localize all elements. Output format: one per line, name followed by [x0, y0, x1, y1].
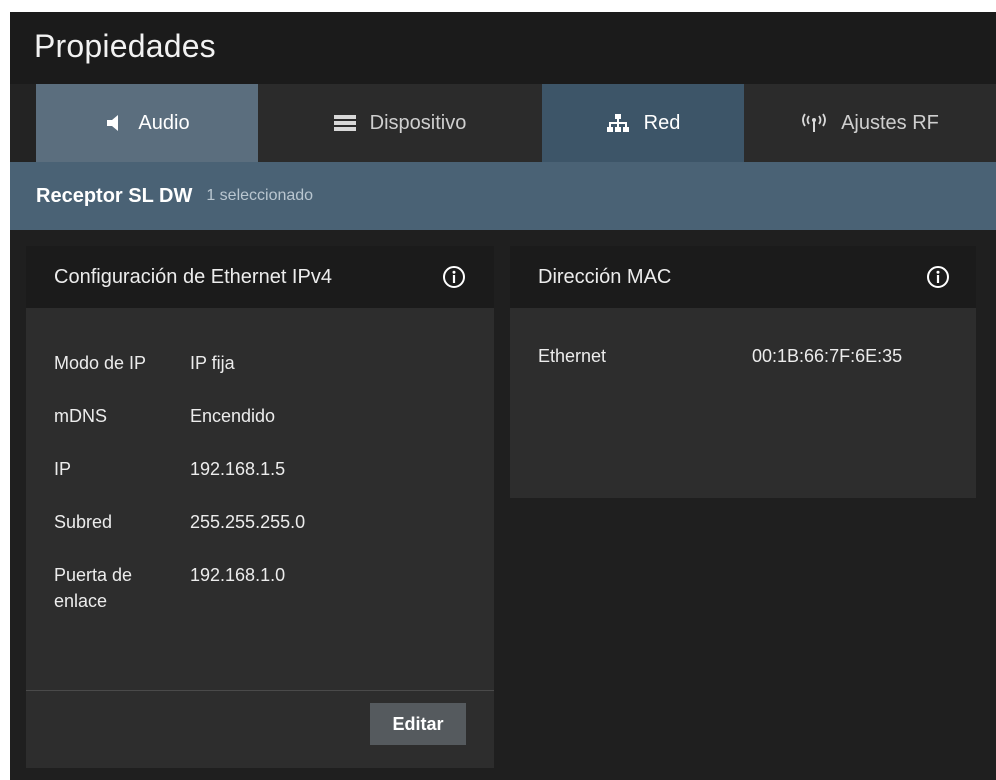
ethernet-ipv4-panel: Configuración de Ethernet IPv4 Modo de I…	[26, 246, 494, 768]
tab-audio-label: Audio	[138, 111, 190, 134]
ethernet-panel-header: Configuración de Ethernet IPv4	[26, 246, 494, 308]
tab-device-label: Dispositivo	[369, 111, 467, 134]
device-name: Receptor SL DW	[36, 184, 193, 207]
gateway-label: Puerta de enlace	[54, 565, 133, 611]
tab-rf-label: Ajustes RF	[841, 111, 939, 134]
mdns-value: Encendido	[190, 406, 276, 426]
ip-address-value: 192.168.1.5	[190, 459, 286, 479]
tab-audio[interactable]: Audio	[36, 84, 258, 162]
mac-panel-title: Dirección MAC	[538, 265, 672, 288]
info-icon[interactable]	[442, 265, 466, 289]
antenna-icon	[801, 113, 827, 133]
subnet-label: Subred	[54, 512, 113, 532]
mac-address-panel: Dirección MAC Ethernet 00:1B:66:7F:6E:35	[510, 246, 976, 498]
mac-panel-header: Dirección MAC	[510, 246, 976, 308]
ip-address-label: IP	[54, 459, 72, 479]
tab-network[interactable]: Red	[542, 84, 744, 162]
tab-rf-settings[interactable]: Ajustes RF	[744, 84, 996, 162]
ethernet-panel-footer: Editar	[26, 690, 494, 768]
mac-address-value: 00:1B:66:7F:6E:35	[752, 346, 903, 366]
mac-ethernet-label: Ethernet	[538, 346, 607, 366]
mdns-label: mDNS	[54, 406, 107, 426]
device-icon	[333, 114, 356, 132]
properties-window: Propiedades Audio Dispositivo Red Ajuste…	[10, 12, 996, 780]
network-icon	[606, 113, 630, 133]
ip-mode-label: Modo de IP	[54, 353, 147, 373]
device-header: Receptor SL DW 1 seleccionado	[10, 162, 996, 230]
ip-mode-value: IP fija	[190, 353, 235, 373]
speaker-icon	[104, 113, 124, 133]
edit-button[interactable]: Editar	[370, 703, 466, 745]
title-bar: Propiedades	[10, 12, 996, 84]
subnet-value: 255.255.255.0	[190, 512, 306, 532]
selected-count: 1 seleccionado	[206, 187, 314, 204]
ethernet-panel-title: Configuración de Ethernet IPv4	[54, 265, 332, 288]
info-icon[interactable]	[926, 265, 950, 289]
tab-bar: Audio Dispositivo Red Ajustes RF	[10, 84, 996, 162]
tab-network-label: Red	[643, 111, 681, 134]
window-title: Propiedades	[34, 28, 216, 64]
tab-device[interactable]: Dispositivo	[258, 84, 542, 162]
gateway-value: 192.168.1.0	[190, 565, 286, 585]
